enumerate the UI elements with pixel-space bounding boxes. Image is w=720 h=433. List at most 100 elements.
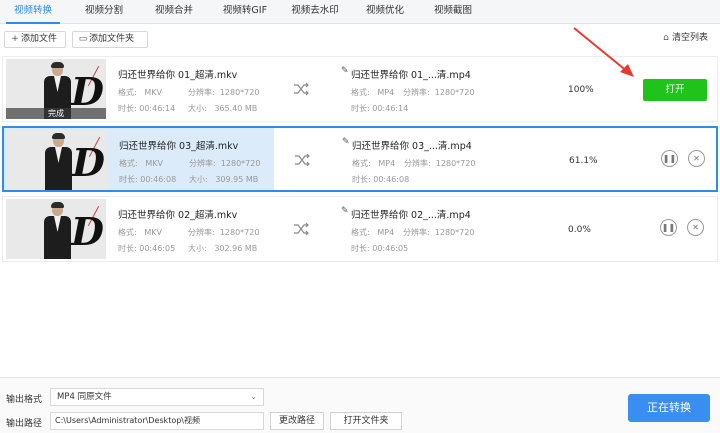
output-file-name: 归还世界给你 03_...清.mp4 [352,141,472,152]
add-folder-button[interactable]: ▭ 添加文件夹 [72,31,148,48]
format-label: 格式: [352,159,371,168]
tab-video-merge[interactable]: 视频合并 [144,0,204,24]
source-file-name: 归还世界给你 02_超清.mkv [118,210,238,221]
output-format: MP4 [377,88,395,97]
tab-video-screenshot[interactable]: 视频截图 [424,0,482,24]
cancel-button[interactable]: ✕ [687,219,704,236]
resolution-label: 分辨率: [403,228,430,237]
duration-label: 时长: [118,244,137,253]
format-label: 格式: [351,228,370,237]
file-list: D 完成 归还世界给你 01_超清.mkv 格式: MKV 分辨率: 1280*… [0,52,720,377]
shuffle-icon [295,153,310,167]
shuffle-icon [294,82,309,96]
video-thumbnail: D 完成 [6,59,106,119]
convert-button[interactable]: 正在转换 [628,394,710,422]
format-label: 格式: [118,228,137,237]
tab-video-optimize[interactable]: 视频优化 [356,0,414,24]
edit-name-icon[interactable]: ✎ [341,206,349,216]
open-folder-button[interactable]: 打开文件夹 [330,412,402,430]
duration-label: 时长: [118,104,137,113]
close-icon: ✕ [693,154,700,163]
pause-icon: ❚❚ [661,223,676,232]
pause-button[interactable]: ❚❚ [660,219,677,236]
resolution-label: 分辨率: [188,228,215,237]
add-file-label: 添加文件 [21,34,58,44]
source-resolution: 1280*720 [219,228,260,237]
edit-name-icon[interactable]: ✎ [341,66,349,76]
pause-button[interactable]: ❚❚ [661,150,678,167]
file-row[interactable]: D 完成 归还世界给你 01_超清.mkv 格式: MKV 分辨率: 1280*… [2,56,718,122]
tab-video-convert[interactable]: 视频转换 [6,0,60,24]
output-file-name: 归还世界给你 01_...清.mp4 [351,70,471,81]
output-duration: 00:46:08 [373,175,410,184]
clear-list-button[interactable]: ⌂ 清空列表 [656,31,716,48]
plus-icon: + [11,34,19,44]
shuffle-icon [294,222,309,236]
tab-video-to-gif[interactable]: 视频转GIF [214,0,276,24]
output-duration: 00:46:14 [372,104,409,113]
output-format-label: 输出格式 [6,395,43,405]
resolution-label: 分辨率: [403,88,430,97]
resolution-label: 分辨率: [404,159,431,168]
clear-list-label: 清空列表 [672,33,709,43]
output-format: MP4 [378,159,396,168]
add-folder-label: 添加文件夹 [89,34,135,44]
duration-label: 时长: [351,104,370,113]
edit-name-icon[interactable]: ✎ [342,137,350,147]
folder-icon: ▭ [78,34,88,44]
source-duration: 00:46:14 [139,104,176,113]
output-format: MP4 [377,228,395,237]
output-duration: 00:46:05 [372,244,409,253]
video-thumbnail: D [7,130,107,190]
source-format: MKV [144,88,162,97]
format-label: 格式: [351,88,370,97]
cancel-button[interactable]: ✕ [688,150,705,167]
progress-percent: 61.1% [569,156,598,166]
video-thumbnail: D [6,199,106,259]
size-label: 大小: [188,244,207,253]
size-label: 大小: [188,104,207,113]
output-resolution: 1280*720 [435,159,476,168]
resolution-label: 分辨率: [188,88,215,97]
source-resolution: 1280*720 [220,159,261,168]
output-resolution: 1280*720 [434,88,475,97]
file-row[interactable]: D 归还世界给你 02_超清.mkv 格式: MKV 分辨率: 1280*720… [2,196,718,262]
source-file-name: 归还世界给你 01_超清.mkv [118,70,238,81]
source-duration: 00:46:08 [140,175,177,184]
source-duration: 00:46:05 [139,244,176,253]
source-size: 309.95 MB [215,175,259,184]
output-format-value: MP4 同原文件 [57,392,112,402]
duration-label: 时长: [119,175,138,184]
size-label: 大小: [189,175,208,184]
tab-remove-watermark[interactable]: 视频去水印 [284,0,346,24]
format-label: 格式: [118,88,137,97]
duration-label: 时长: [352,175,371,184]
tab-bar: 视频转换 视频分割 视频合并 视频转GIF 视频去水印 视频优化 视频截图 [0,0,720,24]
file-row[interactable]: D 归还世界给你 03_超清.mkv 格式: MKV 分辨率: 1280*720… [2,126,718,192]
add-file-button[interactable]: + 添加文件 [4,31,66,48]
format-label: 格式: [119,159,138,168]
toolbar: + 添加文件 ▭ 添加文件夹 ⌂ 清空列表 [0,26,720,52]
duration-label: 时长: [351,244,370,253]
status-badge: 完成 [6,108,106,119]
tab-video-split[interactable]: 视频分割 [74,0,134,24]
source-file-name: 归还世界给你 03_超清.mkv [119,141,239,152]
source-size: 365.40 MB [214,104,258,113]
output-path-field[interactable]: C:\Users\Administrator\Desktop\视频 [50,412,264,430]
open-button[interactable]: 打开 [643,79,707,101]
source-size: 302.96 MB [214,244,258,253]
progress-percent: 0.0% [568,225,591,235]
pause-icon: ❚❚ [662,154,677,163]
close-icon: ✕ [692,223,699,232]
output-file-name: 归还世界给你 02_...清.mp4 [351,210,471,221]
source-format: MKV [145,159,163,168]
output-path-label: 输出路径 [6,419,43,429]
trash-icon: ⌂ [663,33,669,43]
output-format-select[interactable]: MP4 同原文件 ⌄ [50,388,264,406]
resolution-label: 分辨率: [189,159,216,168]
output-settings-panel: 输出格式 MP4 同原文件 ⌄ 输出路径 C:\Users\Administra… [0,377,720,433]
change-path-button[interactable]: 更改路径 [270,412,324,430]
progress-percent: 100% [568,85,594,95]
output-resolution: 1280*720 [434,228,475,237]
source-format: MKV [144,228,162,237]
